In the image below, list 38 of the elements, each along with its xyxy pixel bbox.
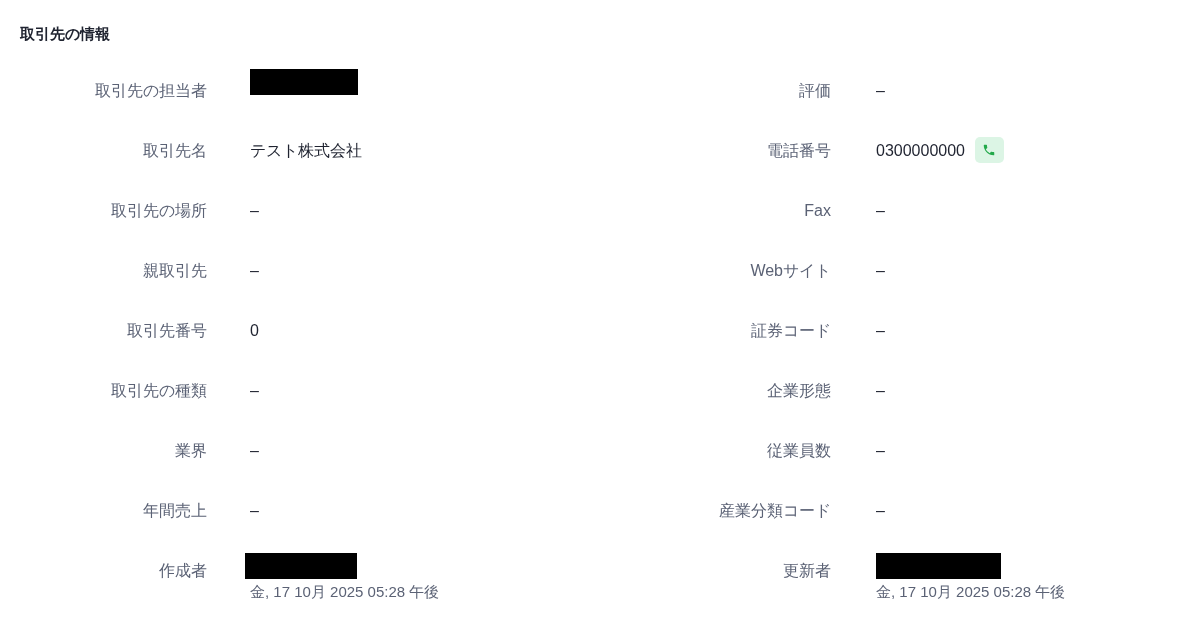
field-label: 評価	[798, 82, 831, 101]
field-value: –	[876, 382, 885, 400]
field-value: –	[876, 442, 885, 460]
field-value: –	[876, 202, 885, 220]
phone-icon	[982, 143, 997, 157]
phone-number: 0300000000	[876, 142, 965, 160]
field-label: Webサイト	[749, 262, 831, 281]
field-value: –	[250, 202, 259, 220]
field-label: 産業分類コード	[718, 502, 831, 521]
field-label: 取引先の種類	[110, 382, 207, 401]
field-label: 取引先番号	[126, 322, 207, 341]
field-label: 企業形態	[766, 382, 831, 401]
timestamp: 金, 17 10月 2025 05:28 午後	[876, 583, 1066, 601]
field-value: –	[876, 502, 885, 520]
field-label: 親取引先	[142, 262, 207, 281]
timestamp: 金, 17 10月 2025 05:28 午後	[250, 583, 440, 601]
field-label: 証券コード	[750, 322, 831, 341]
field-label: 作成者	[158, 562, 207, 581]
field-value: 0	[250, 322, 259, 340]
field-value: –	[250, 382, 259, 400]
phone-button[interactable]	[975, 137, 1004, 163]
section-title: 取引先の情報	[20, 24, 111, 44]
field-value: –	[876, 322, 885, 340]
field-label: 電話番号	[766, 142, 831, 161]
field-value: –	[250, 502, 259, 520]
field-value: テスト株式会社	[250, 142, 362, 160]
field-value: –	[876, 82, 885, 100]
field-value: –	[250, 262, 259, 280]
field-label: 従業員数	[766, 442, 831, 461]
field-label: 取引先の担当者	[94, 82, 207, 101]
field-label: 業界	[174, 442, 207, 461]
field-value: –	[876, 262, 885, 280]
field-label: Fax	[803, 202, 831, 221]
field-label: 更新者	[782, 562, 831, 581]
field-label: 取引先の場所	[110, 202, 207, 221]
field-label: 年間売上	[142, 502, 207, 521]
field-value: –	[250, 442, 259, 460]
field-label: 取引先名	[142, 142, 207, 161]
